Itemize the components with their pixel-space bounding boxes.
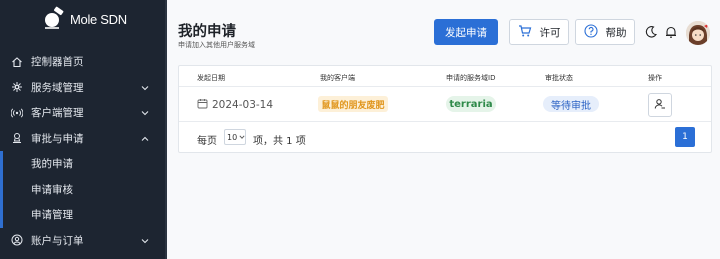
sidebar-item-label: 控制器首页 [31, 56, 84, 69]
help-label: 帮助 [605, 26, 627, 39]
bell-icon[interactable] [664, 25, 678, 39]
column-header[interactable]: 发起日期 [197, 73, 225, 83]
sidebar-item-home[interactable]: 控制器首页 [0, 49, 167, 75]
sidebar-item-label: 账户与订单 [31, 234, 84, 247]
status-badge: 等待审批 [543, 96, 599, 112]
page-size-select[interactable]: 10 [224, 129, 246, 145]
sidebar-item-label: 客户端管理 [31, 107, 84, 120]
per-page-label: 每页 [197, 136, 217, 147]
sidebar-item-domains[interactable]: 服务域管理 [0, 75, 167, 101]
user-remove-icon [654, 98, 666, 113]
new-request-button[interactable]: 发起申请 [434, 19, 498, 45]
column-header: 我的客户端 [320, 74, 355, 82]
sidebar: Mole SDN 控制器首页 服务域管理 客户端管理 审批与申请 我的申请 申请… [0, 0, 167, 259]
license-button[interactable]: 许可 [509, 19, 569, 45]
sidebar-item-label: 服务域管理 [31, 81, 84, 94]
sidebar-item-approvals[interactable]: 审批与申请 [0, 126, 167, 152]
license-label: 许可 [539, 26, 561, 39]
sidebar-subitem-review[interactable]: 申请审核 [0, 177, 167, 203]
calendar-icon [197, 98, 212, 112]
sidebar-subitem-my-requests[interactable]: 我的申请 [0, 151, 167, 177]
help-icon [583, 23, 606, 41]
pagination-bar: 每页 10 项，共 1 项 1 [179, 123, 711, 153]
sidebar-item-label: 审批与申请 [31, 132, 84, 145]
sidebar-scrollbar[interactable] [165, 0, 167, 259]
broadcast-icon [11, 107, 23, 119]
page-size-value: 10 [227, 132, 238, 142]
column-header: 申请的服务域ID [446, 74, 496, 82]
client-tag: 鼠鼠的朋友废肥 [318, 96, 388, 112]
logo-icon [42, 6, 68, 33]
sidebar-item-clients[interactable]: 客户端管理 [0, 100, 167, 126]
cancel-request-button[interactable] [648, 93, 672, 117]
help-button[interactable]: 帮助 [575, 19, 635, 45]
item-count-summary: 项，共 1 项 [253, 136, 306, 147]
approvals-submenu: 我的申请 申请审核 申请管理 [0, 151, 167, 228]
app-name: Mole SDN [70, 11, 127, 27]
chevron-down-icon [141, 236, 149, 244]
app-logo[interactable]: Mole SDN [42, 6, 127, 33]
sidebar-nav: 控制器首页 服务域管理 客户端管理 审批与申请 我的申请 申请审核 申请管理 账… [0, 49, 167, 253]
home-icon [11, 56, 23, 68]
domain-tag: terraria [446, 96, 496, 112]
avatar[interactable] [686, 21, 710, 45]
chevron-down-icon [237, 133, 245, 142]
sidebar-item-account[interactable]: 账户与订单 [0, 228, 167, 254]
requests-table-card: 发起日期 我的客户端 申请的服务域ID 审批状态 操作 2024-03-14 鼠… [178, 65, 712, 153]
table-row: 2024-03-14 鼠鼠的朋友废肥 terraria 等待审批 [179, 87, 711, 122]
date-cell: 2024-03-14 [197, 98, 273, 112]
chevron-down-icon [141, 83, 149, 91]
column-header: 审批状态 [545, 74, 573, 82]
table-header: 发起日期 我的客户端 申请的服务域ID 审批状态 操作 [179, 66, 711, 87]
account-icon [11, 234, 23, 246]
cart-icon [518, 24, 540, 41]
request-date: 2024-03-14 [212, 99, 274, 111]
chevron-up-icon [141, 134, 149, 142]
page-subtitle: 申请加入其他用户服务域 [178, 41, 255, 49]
chevron-down-icon [141, 108, 149, 116]
page-button-1[interactable]: 1 [675, 127, 695, 147]
approval-icon [11, 132, 23, 144]
page-title: 我的申请 [178, 24, 236, 40]
sidebar-subitem-manage[interactable]: 申请管理 [0, 202, 167, 228]
network-icon [11, 81, 23, 93]
column-header: 操作 [648, 74, 662, 82]
moon-icon[interactable] [644, 25, 658, 39]
